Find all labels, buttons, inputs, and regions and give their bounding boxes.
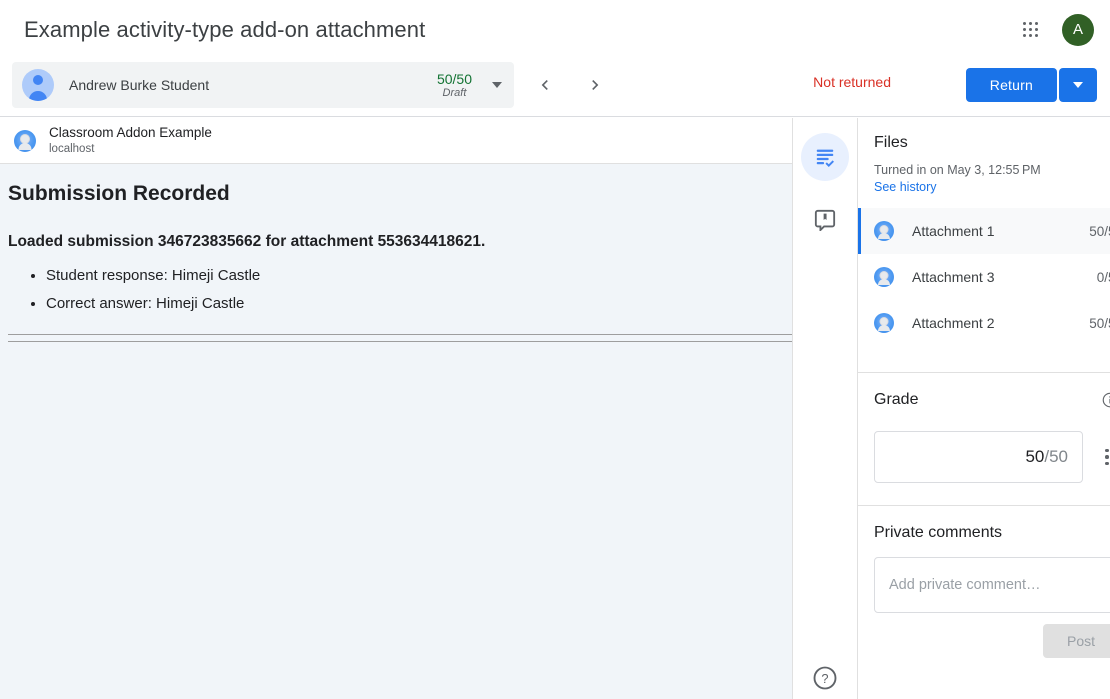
more-vert-icon: [1105, 449, 1109, 453]
addon-favicon-icon: [14, 130, 36, 152]
top-header-bar: Example activity-type add-on attachment …: [0, 0, 1110, 59]
svg-text:?: ?: [821, 671, 828, 686]
help-button[interactable]: ?: [811, 664, 839, 692]
attachment-score: 50/50: [1089, 316, 1110, 331]
attachment-row[interactable]: Attachment 1 50/50: [858, 208, 1110, 254]
attachment-score: 50/50: [1089, 224, 1110, 239]
chevron-down-icon: [1073, 82, 1083, 88]
attachment-name: Attachment 1: [912, 223, 1089, 239]
see-history-link[interactable]: See history: [874, 180, 937, 194]
attachment-favicon-icon: [874, 267, 894, 287]
attachment-row[interactable]: Attachment 3 0/50: [858, 254, 1110, 300]
chevron-right-icon: [585, 75, 605, 95]
attachment-list: Attachment 1 50/50 Attachment 3 0/50 Att…: [858, 208, 1110, 346]
student-name: Andrew Burke Student: [69, 77, 437, 93]
files-header: Files Turned in on May 3, 12:55 PM See h…: [858, 118, 1110, 196]
student-avatar-icon: [22, 69, 54, 101]
help-icon: ?: [811, 664, 839, 692]
grade-more-options-button[interactable]: [1095, 449, 1110, 466]
files-title: Files: [874, 134, 1110, 152]
assignment-icon: [814, 146, 836, 168]
student-grade-summary: 50/50 Draft: [437, 71, 472, 100]
rail-item-student-work[interactable]: [801, 133, 849, 181]
top-header-actions: A: [1012, 0, 1094, 59]
divider-rule: [8, 341, 793, 342]
student-selector[interactable]: Andrew Burke Student 50/50 Draft: [12, 62, 514, 108]
attachment-favicon-icon: [874, 221, 894, 241]
files-section: Files Turned in on May 3, 12:55 PM See h…: [858, 118, 1110, 346]
page-title: Example activity-type add-on attachment: [24, 17, 425, 43]
info-icon: [1101, 391, 1110, 409]
grade-info-button[interactable]: [1101, 391, 1110, 409]
submission-description: Loaded submission 346723835662 for attac…: [8, 233, 784, 251]
grade-denominator: /50: [1044, 447, 1068, 467]
private-comments-title: Private comments: [874, 524, 1110, 542]
addon-host: localhost: [49, 143, 212, 157]
chevron-left-icon: [535, 75, 555, 95]
turned-in-timestamp: Turned in on May 3, 12:55 PM: [874, 163, 1110, 177]
list-item: Correct answer: Himeji Castle: [46, 292, 784, 315]
chevron-down-icon: [492, 82, 502, 88]
apps-grid-icon[interactable]: [1012, 12, 1048, 48]
grade-header: Grade: [874, 391, 1110, 409]
addon-header: Classroom Addon Example localhost: [0, 118, 792, 164]
attachment-name: Attachment 2: [912, 315, 1089, 331]
rail-item-comment-bank[interactable]: [801, 196, 849, 244]
return-status: Not returned: [813, 74, 891, 90]
grade-input[interactable]: 50 /50: [874, 431, 1083, 483]
attachment-score: 0/50: [1097, 270, 1110, 285]
return-button[interactable]: Return: [966, 68, 1057, 102]
addon-body: Submission Recorded Loaded submission 34…: [0, 182, 792, 342]
attachment-favicon-icon: [874, 313, 894, 333]
grade-input-row: 50 /50: [874, 431, 1110, 483]
student-grade-state: Draft: [437, 87, 472, 100]
divider-rule: [8, 334, 793, 335]
submission-heading: Submission Recorded: [8, 182, 784, 206]
addon-app-name: Classroom Addon Example: [49, 125, 212, 141]
private-comment-placeholder: Add private comment…: [889, 577, 1041, 593]
student-navigation: [528, 62, 612, 108]
previous-student-button[interactable]: [528, 68, 562, 102]
grading-view-root: Example activity-type add-on attachment …: [0, 0, 1110, 699]
side-icon-rail: ?: [793, 118, 858, 699]
addon-iframe: Classroom Addon Example localhost Submis…: [0, 118, 793, 699]
submission-details-list: Student response: Himeji Castle Correct …: [8, 264, 784, 316]
grade-value: 50: [1025, 447, 1044, 467]
attachment-row[interactable]: Attachment 2 50/50: [858, 300, 1110, 346]
apps-grid-dots: [1023, 22, 1038, 37]
addon-header-text: Classroom Addon Example localhost: [49, 125, 212, 157]
list-item: Student response: Himeji Castle: [46, 264, 784, 287]
grade-section: Grade 50 /50: [858, 373, 1110, 505]
private-comments-section: Private comments Add private comment… Po…: [858, 506, 1110, 658]
grading-side-panel: Files Turned in on May 3, 12:55 PM See h…: [858, 118, 1110, 699]
attachment-name: Attachment 3: [912, 269, 1097, 285]
comment-bank-icon: [814, 209, 836, 231]
return-options-button[interactable]: [1059, 68, 1097, 102]
student-selector-dropdown[interactable]: [480, 62, 514, 108]
private-comment-input[interactable]: Add private comment…: [874, 557, 1110, 613]
student-score: 50/50: [437, 71, 472, 87]
post-comment-button[interactable]: Post: [1043, 624, 1110, 658]
account-avatar[interactable]: A: [1062, 14, 1094, 46]
return-button-group: Return: [966, 68, 1097, 102]
post-button-row: Post: [874, 624, 1110, 658]
grade-title: Grade: [874, 391, 918, 409]
next-student-button[interactable]: [578, 68, 612, 102]
